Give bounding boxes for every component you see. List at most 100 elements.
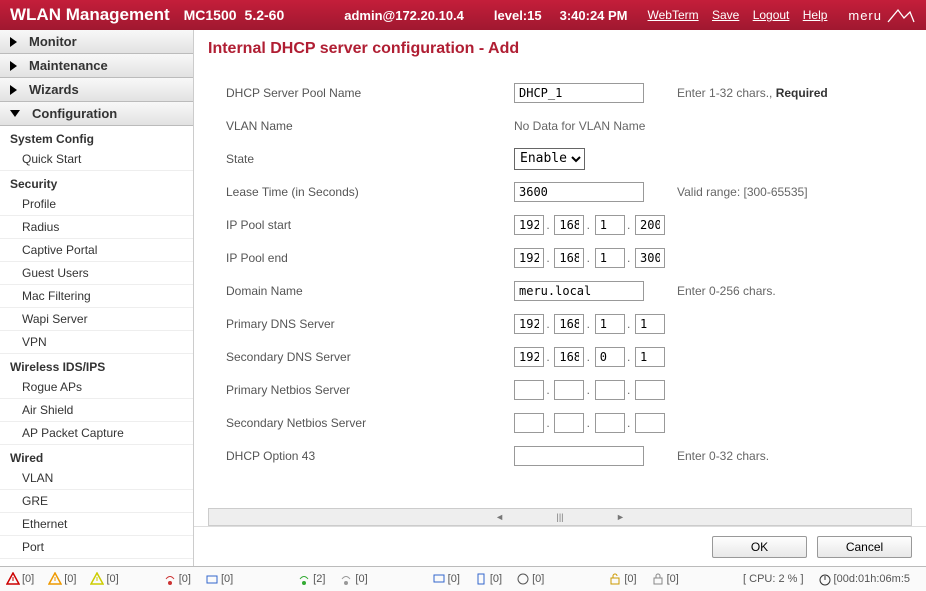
label-vlan-name: VLAN Name (226, 119, 514, 133)
status-bar: [0] [0] [0] [0] [0] [2] [0] [0] [0] [0] … (0, 566, 926, 591)
cpu-label: [ CPU: 2 % ] (743, 573, 804, 585)
label-domain: Domain Name (226, 284, 514, 298)
nav-wapi-server[interactable]: Wapi Server (0, 308, 193, 331)
nav-group-system-config: System Config (0, 126, 193, 148)
nav-profile[interactable]: Profile (0, 193, 193, 216)
label-pool-name: DHCP Server Pool Name (226, 86, 514, 100)
label-ip-start: IP Pool start (226, 218, 514, 232)
input-dns1-3[interactable] (595, 314, 625, 334)
nav-quick-start[interactable]: Quick Start (0, 148, 193, 171)
alarm-minor-icon (90, 572, 104, 586)
nav-air-shield[interactable]: Air Shield (0, 399, 193, 422)
select-state[interactable]: Enable (514, 148, 585, 170)
input-dns2-1[interactable] (514, 347, 544, 367)
input-ip-start-2[interactable] (554, 215, 584, 235)
brand-logo: meru (848, 6, 916, 24)
lock-open-icon (608, 572, 622, 586)
nav-gre[interactable]: GRE (0, 490, 193, 513)
client-laptop-icon (432, 572, 446, 586)
stopwatch-icon (818, 572, 832, 586)
sidebar-section-configuration[interactable]: Configuration (0, 102, 193, 126)
input-ip-start-3[interactable] (595, 215, 625, 235)
sidebar-section-monitor[interactable]: Monitor (0, 30, 193, 54)
input-nb2-3[interactable] (595, 413, 625, 433)
input-dns1-4[interactable] (635, 314, 665, 334)
webterm-link[interactable]: WebTerm (648, 8, 699, 22)
input-nb1-4[interactable] (635, 380, 665, 400)
nav-mac-filtering[interactable]: Mac Filtering (0, 285, 193, 308)
input-ip-start-4[interactable] (635, 215, 665, 235)
input-nb1-2[interactable] (554, 380, 584, 400)
ap-blue-icon (205, 572, 219, 586)
version-label: 5.2-60 (245, 7, 285, 23)
form-area: DHCP Server Pool Name Enter 1-32 chars.,… (194, 68, 926, 506)
vlan-no-data: No Data for VLAN Name (514, 119, 645, 133)
nav-group-wireless: Wireless (0, 559, 193, 566)
sidebar: Monitor Maintenance Wizards Configuratio… (0, 30, 194, 566)
label-dns2: Secondary DNS Server (226, 350, 514, 364)
level-label: level:15 (494, 8, 542, 23)
nav-guest-users[interactable]: Guest Users (0, 262, 193, 285)
alarm-critical-icon (6, 572, 20, 586)
label-ip-end: IP Pool end (226, 251, 514, 265)
nav-group-wired: Wired (0, 445, 193, 467)
nav-rogue-aps[interactable]: Rogue APs (0, 376, 193, 399)
sidebar-section-maintenance[interactable]: Maintenance (0, 54, 193, 78)
help-link[interactable]: Help (803, 8, 828, 22)
input-ip-start-1[interactable] (514, 215, 544, 235)
page-title: Internal DHCP server configuration - Add (194, 30, 926, 68)
nav-vlan[interactable]: VLAN (0, 467, 193, 490)
input-nb1-1[interactable] (514, 380, 544, 400)
nav-ethernet[interactable]: Ethernet (0, 513, 193, 536)
sidebar-section-wizards[interactable]: Wizards (0, 78, 193, 102)
ok-button[interactable]: OK (712, 536, 807, 558)
button-bar: OK Cancel (194, 526, 926, 566)
label-state: State (226, 152, 514, 166)
app-title: WLAN Management (10, 5, 170, 25)
nav-radius[interactable]: Radius (0, 216, 193, 239)
save-link[interactable]: Save (712, 8, 739, 22)
label-nb2: Secondary Netbios Server (226, 416, 514, 430)
nav-vpn[interactable]: VPN (0, 331, 193, 354)
nav-group-security: Security (0, 171, 193, 193)
nav-port[interactable]: Port (0, 536, 193, 559)
input-dns2-3[interactable] (595, 347, 625, 367)
input-opt43[interactable] (514, 446, 644, 466)
input-nb1-3[interactable] (595, 380, 625, 400)
nav-group-ids-ips: Wireless IDS/IPS (0, 354, 193, 376)
label-lease-time: Lease Time (in Seconds) (226, 185, 514, 199)
hint-pool-name: Enter 1-32 chars., Required (677, 86, 828, 100)
input-pool-name[interactable] (514, 83, 644, 103)
input-nb2-2[interactable] (554, 413, 584, 433)
hint-opt43: Enter 0-32 chars. (677, 449, 769, 463)
input-lease-time[interactable] (514, 182, 644, 202)
radio-green-icon (297, 572, 311, 586)
ap-red-icon (163, 572, 177, 586)
chevron-right-icon (10, 85, 17, 95)
nav-ap-packet-capture[interactable]: AP Packet Capture (0, 422, 193, 445)
input-ip-end-1[interactable] (514, 248, 544, 268)
client-phone-icon (474, 572, 488, 586)
time-label: 3:40:24 PM (560, 8, 628, 23)
input-ip-end-3[interactable] (595, 248, 625, 268)
uptime-label: [00d:01h:06m:5 (834, 573, 910, 585)
input-ip-end-4[interactable] (635, 248, 665, 268)
label-dns1: Primary DNS Server (226, 317, 514, 331)
input-dns2-2[interactable] (554, 347, 584, 367)
chevron-down-icon (10, 110, 20, 117)
input-dns2-4[interactable] (635, 347, 665, 367)
label-opt43: DHCP Option 43 (226, 449, 514, 463)
cancel-button[interactable]: Cancel (817, 536, 912, 558)
logout-link[interactable]: Logout (753, 8, 790, 22)
input-ip-end-2[interactable] (554, 248, 584, 268)
lock-closed-icon (651, 572, 665, 586)
input-dns1-2[interactable] (554, 314, 584, 334)
nav-captive-portal[interactable]: Captive Portal (0, 239, 193, 262)
hint-domain: Enter 0-256 chars. (677, 284, 776, 298)
input-dns1-1[interactable] (514, 314, 544, 334)
horizontal-scrollbar[interactable]: ◄ ||| ► (208, 508, 912, 526)
input-nb2-1[interactable] (514, 413, 544, 433)
input-nb2-4[interactable] (635, 413, 665, 433)
client-other-icon (516, 572, 530, 586)
input-domain[interactable] (514, 281, 644, 301)
